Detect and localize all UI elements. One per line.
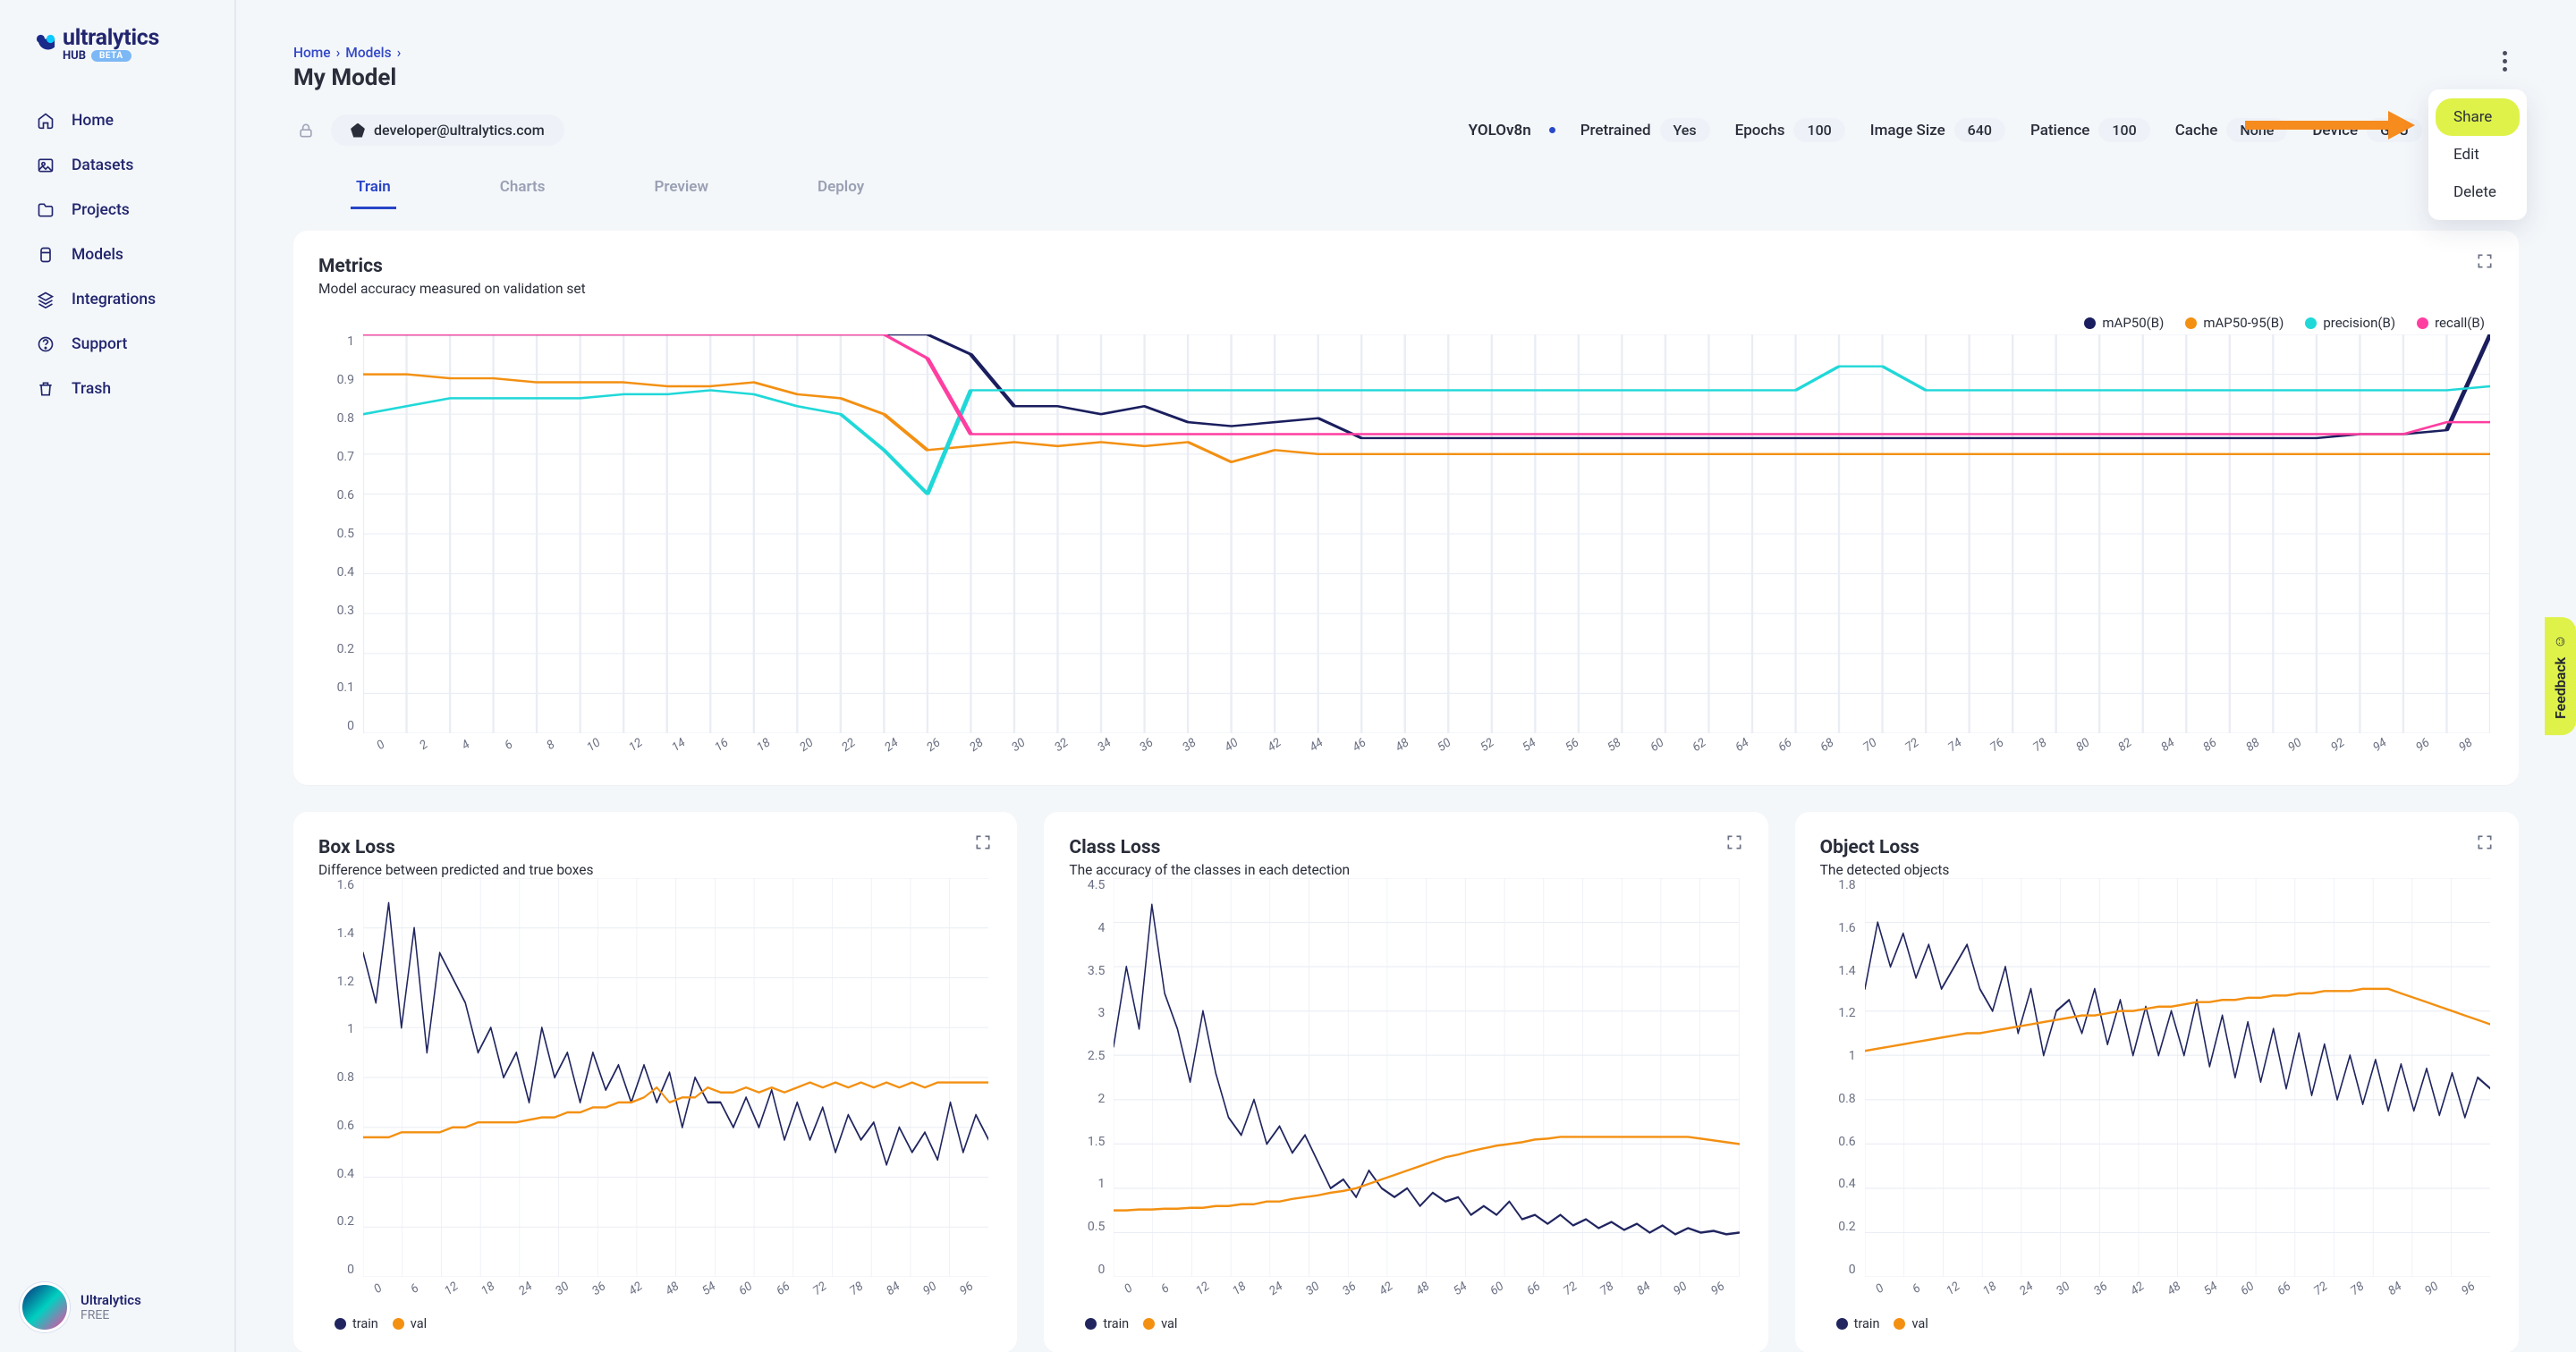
expand-icon[interactable] [2476, 833, 2497, 855]
class-loss-chart: 4.543.532.521.510.5006121824303642485460… [1069, 878, 1742, 1307]
dropdown-menu: Share Edit Delete [2428, 89, 2527, 220]
nav-label: Datasets [72, 156, 133, 174]
nav-trash[interactable]: Trash [0, 367, 234, 411]
nav-projects[interactable]: Projects [0, 188, 234, 232]
home-icon [36, 111, 55, 131]
chevron-right-icon: › [336, 45, 341, 61]
arrow-annotation-icon [2245, 107, 2415, 147]
sidebar: ultralytics HUB BETA Home Datasets Proje… [0, 0, 236, 1352]
nav-datasets[interactable]: Datasets [0, 143, 234, 188]
user-block[interactable]: Ultralytics FREE [20, 1282, 141, 1332]
nav-label: Integrations [72, 291, 156, 308]
user-name: Ultralytics [80, 1292, 141, 1308]
logo-mark-icon [36, 31, 55, 56]
box-loss-chart: 1.61.41.210.80.60.40.2006121824303642485… [318, 878, 992, 1307]
legend: train val [1085, 1316, 1742, 1331]
main: Home › Models › My Model Share Edit Dele… [236, 0, 2576, 1352]
nav-integrations[interactable]: Integrations [0, 277, 234, 322]
expand-icon[interactable] [974, 833, 996, 855]
user-icon [351, 123, 365, 138]
expand-icon[interactable] [1725, 833, 1747, 855]
class-loss-card: Class Loss The accuracy of the classes i… [1044, 812, 1767, 1352]
page-title: My Model [293, 64, 2519, 91]
user-plan: FREE [80, 1308, 141, 1322]
model-name: YOLOv8n [1469, 122, 1555, 139]
tab-charts[interactable]: Charts [495, 167, 551, 209]
developer-email: developer@ultralytics.com [374, 122, 545, 139]
object-loss-chart: 1.81.61.41.210.80.60.40.2006121824303642… [1820, 878, 2494, 1307]
nav: Home Datasets Projects Models Integratio… [0, 91, 234, 418]
meta-patience: 100 [2098, 118, 2149, 142]
nav-home[interactable]: Home [0, 98, 234, 143]
breadcrumb-models[interactable]: Models [345, 45, 391, 61]
menu-delete[interactable]: Delete [2428, 173, 2527, 211]
content: Metrics Model accuracy measured on valid… [236, 209, 2576, 1352]
kebab-menu-button[interactable] [2490, 46, 2519, 75]
brand-sub: HUB [63, 49, 86, 63]
box-loss-card: Box Loss Difference between predicted an… [293, 812, 1017, 1352]
image-icon [36, 156, 55, 175]
header: Home › Models › My Model Share Edit Dele… [236, 0, 2576, 209]
legend: mAP50(B) mAP50-95(B) precision(B) recall… [318, 315, 2485, 331]
menu-edit[interactable]: Edit [2428, 136, 2527, 173]
feedback-button[interactable]: Feedback ☺ [2545, 617, 2576, 735]
brand-name: ultralytics [63, 25, 159, 51]
lock-icon [293, 118, 318, 143]
object-loss-card: Object Loss The detected objects 1.81.61… [1795, 812, 2519, 1352]
folder-icon [36, 200, 55, 220]
tab-deploy[interactable]: Deploy [812, 167, 869, 209]
breadcrumb-home[interactable]: Home [293, 45, 331, 61]
legend: train val [1836, 1316, 2494, 1331]
legend: train val [335, 1316, 992, 1331]
command-icon [36, 245, 55, 265]
nav-label: Home [72, 112, 114, 130]
metrics-card: Metrics Model accuracy measured on valid… [293, 231, 2519, 785]
developer-pill[interactable]: developer@ultralytics.com [331, 114, 564, 146]
smiley-icon: ☺ [2553, 632, 2568, 649]
nav-models[interactable]: Models [0, 232, 234, 277]
menu-share[interactable]: Share [2436, 98, 2520, 136]
help-icon [36, 334, 55, 354]
tab-preview[interactable]: Preview [648, 167, 714, 209]
expand-icon[interactable] [2476, 252, 2497, 274]
nav-label: Support [72, 335, 127, 353]
tab-train[interactable]: Train [351, 167, 396, 209]
nav-label: Trash [72, 380, 111, 398]
nav-support[interactable]: Support [0, 322, 234, 367]
meta-pretrained: Yes [1660, 118, 1710, 142]
card-subtitle: Model accuracy measured on validation se… [318, 281, 2494, 297]
layers-icon [36, 290, 55, 309]
logo: ultralytics HUB BETA [0, 25, 234, 91]
beta-badge: BETA [91, 50, 131, 62]
card-title: Metrics [318, 256, 2494, 277]
chevron-right-icon: › [397, 45, 402, 61]
meta-imgsz: 640 [1954, 118, 2005, 142]
trash-icon [36, 379, 55, 399]
breadcrumb: Home › Models › [293, 45, 2519, 61]
nav-label: Models [72, 246, 123, 264]
metrics-chart: 10.90.80.70.60.50.40.30.20.1002468101214… [318, 334, 2494, 764]
status-dot-icon [1549, 127, 1555, 133]
tabs: Train Charts Preview Deploy [293, 146, 2519, 209]
meta-epochs: 100 [1793, 118, 1844, 142]
nav-label: Projects [72, 201, 130, 219]
avatar [20, 1282, 70, 1332]
